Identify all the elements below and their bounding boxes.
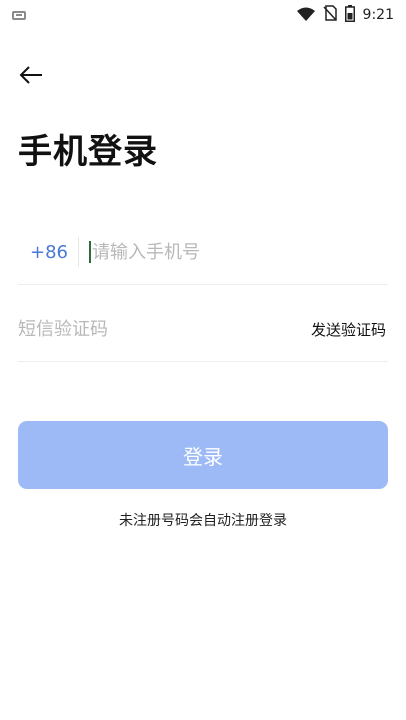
- country-code[interactable]: +86: [18, 242, 78, 263]
- code-row: 发送验证码: [18, 298, 388, 362]
- notification-icon: [12, 10, 26, 20]
- text-cursor: [89, 241, 91, 263]
- login-button[interactable]: 登录: [18, 421, 388, 489]
- back-arrow-icon: [19, 65, 43, 89]
- back-button[interactable]: [14, 60, 48, 94]
- battery-icon: [344, 4, 355, 26]
- auto-register-note: 未注册号码会自动注册登录: [119, 513, 287, 529]
- status-time: 9:21: [362, 7, 394, 23]
- login-screen: 9:21 手机登录 +86 发送验证码 登录 未注册号码会自动注册登录: [0, 0, 406, 720]
- country-code-divider: [78, 237, 79, 267]
- wifi-icon: [296, 6, 315, 25]
- phone-row: +86: [18, 220, 388, 285]
- send-code-button[interactable]: 发送验证码: [311, 319, 388, 340]
- page-title: 手机登录: [18, 132, 158, 172]
- phone-input[interactable]: [92, 241, 342, 263]
- sms-code-input[interactable]: [18, 319, 258, 340]
- status-bar: 9:21: [0, 0, 406, 30]
- no-sim-icon: [322, 5, 337, 25]
